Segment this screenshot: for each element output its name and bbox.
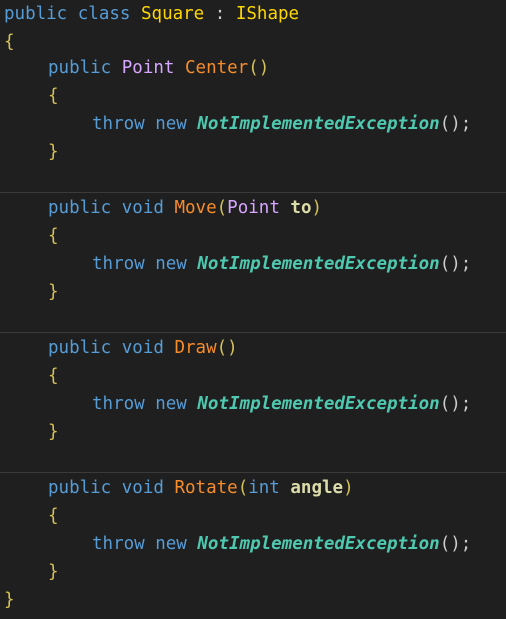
class-open-brace-line: { [4, 28, 15, 56]
close-paren: ) [227, 338, 238, 358]
method-close-brace: } [48, 562, 59, 582]
keyword-public: public [48, 478, 112, 498]
close-paren: ) [258, 58, 270, 78]
exception-type: NotImplementedException [197, 254, 440, 274]
method-close-brace: } [48, 142, 59, 162]
return-type: void [121, 338, 164, 358]
keyword-throw: throw [92, 394, 145, 414]
close-paren: ) [311, 198, 323, 218]
keyword-public: public [4, 4, 68, 24]
method-signature-line: public void Draw() [4, 334, 238, 362]
class-open-brace: { [4, 32, 15, 52]
throw-statement-line: throw new NotImplementedException(); [4, 390, 471, 418]
call-end: (); [439, 114, 472, 134]
method-separator [0, 192, 506, 193]
param-type: Point [227, 198, 280, 218]
open-paren: ( [248, 58, 259, 78]
open-paren: ( [216, 198, 228, 218]
keyword-new: new [155, 114, 187, 134]
code-editor[interactable]: public class Square : IShape { public Po… [0, 0, 506, 619]
class-name: Square [141, 4, 205, 24]
method-close-brace-line: } [4, 278, 59, 306]
method-open-brace: { [48, 366, 59, 386]
keyword-new: new [155, 534, 187, 554]
class-declaration-line: public class Square : IShape [4, 0, 299, 28]
method-close-brace-line: } [4, 138, 59, 166]
exception-type: NotImplementedException [197, 114, 440, 134]
call-end: (); [439, 254, 472, 274]
throw-statement-line: throw new NotImplementedException(); [4, 530, 471, 558]
open-paren: ( [237, 478, 249, 498]
exception-type: NotImplementedException [197, 394, 440, 414]
method-open-brace: { [48, 506, 59, 526]
method-name: Move [174, 198, 217, 218]
method-open-brace-line: { [4, 82, 59, 110]
method-signature-line: public void Move(Point to) [4, 194, 322, 222]
throw-statement-line: throw new NotImplementedException(); [4, 110, 471, 138]
method-signature-line: public Point Center() [4, 54, 269, 82]
method-close-brace-line: } [4, 418, 59, 446]
keyword-throw: throw [92, 534, 145, 554]
method-name: Draw [174, 338, 217, 358]
close-paren: ) [343, 478, 354, 498]
method-separator [0, 332, 506, 333]
keyword-new: new [155, 394, 187, 414]
return-type: Point [121, 58, 175, 78]
exception-type: NotImplementedException [197, 534, 440, 554]
interface-name: IShape [235, 4, 300, 24]
param-name: to [290, 198, 312, 218]
method-name: Rotate [174, 478, 238, 498]
method-open-brace-line: { [4, 362, 59, 390]
return-type: void [121, 198, 164, 218]
keyword-class: class [77, 4, 131, 24]
keyword-public: public [48, 338, 112, 358]
open-paren: ( [216, 338, 228, 358]
method-open-brace: { [48, 86, 59, 106]
keyword-public: public [48, 198, 112, 218]
method-close-brace-line: } [4, 558, 59, 586]
method-name: Center [185, 58, 249, 78]
keyword-throw: throw [92, 254, 145, 274]
keyword-throw: throw [92, 114, 145, 134]
method-open-brace-line: { [4, 222, 59, 250]
call-end: (); [439, 394, 472, 414]
class-close-brace: } [4, 590, 15, 610]
method-signature-line: public void Rotate(int angle) [4, 474, 354, 502]
method-close-brace: } [48, 282, 59, 302]
method-open-brace-line: { [4, 502, 59, 530]
call-end: (); [439, 534, 472, 554]
colon: : [214, 4, 226, 24]
method-close-brace: } [48, 422, 59, 442]
return-type: void [121, 478, 164, 498]
method-separator [0, 472, 506, 473]
keyword-public: public [48, 58, 112, 78]
method-open-brace: { [48, 226, 59, 246]
class-close-brace-line: } [4, 586, 15, 614]
param-name: angle [290, 478, 344, 498]
param-type: int [248, 478, 280, 498]
throw-statement-line: throw new NotImplementedException(); [4, 250, 471, 278]
keyword-new: new [155, 254, 187, 274]
